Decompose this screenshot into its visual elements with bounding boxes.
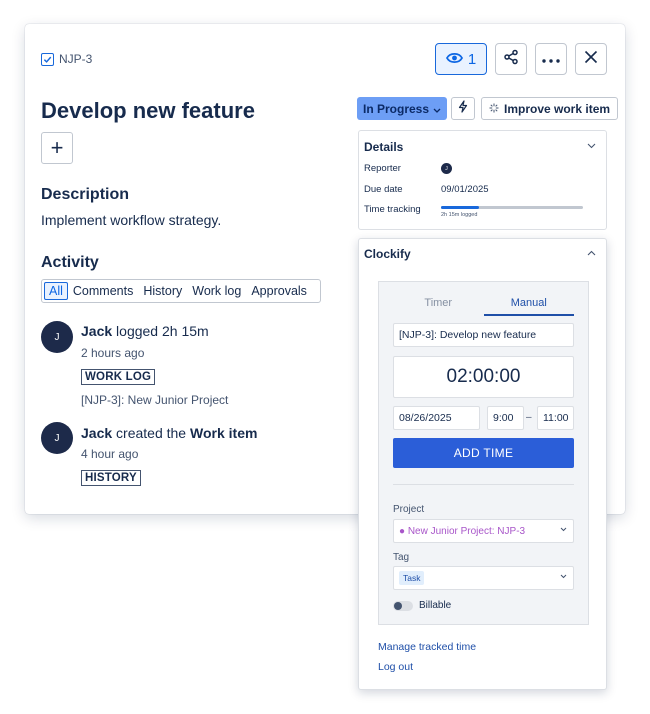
tab-timer[interactable]: Timer xyxy=(393,294,484,316)
clockify-tabs: Timer Manual xyxy=(393,294,574,316)
project-select[interactable]: ● New Junior Project: NJP-3 xyxy=(393,519,574,543)
avatar: J xyxy=(41,422,73,454)
tab-all[interactable]: All xyxy=(44,282,68,300)
chevron-up-icon[interactable] xyxy=(587,248,596,258)
due-date-label: Due date xyxy=(364,184,403,195)
add-time-button[interactable]: ADD TIME xyxy=(393,438,574,468)
add-button[interactable]: + xyxy=(41,132,73,164)
time-range-dash: – xyxy=(526,412,532,423)
close-icon xyxy=(584,50,598,69)
activity-action: logged 2h 15m xyxy=(116,323,209,339)
start-time-input[interactable]: 9:00 xyxy=(487,406,524,430)
reporter-label: Reporter xyxy=(364,163,401,174)
time-tracking-fill xyxy=(441,206,480,209)
project-label: Project xyxy=(393,504,425,515)
activity-time: 4 hour ago xyxy=(81,447,139,461)
work-log-lozenge: WORK LOG xyxy=(81,369,156,385)
duration-input[interactable]: 02:00:00 xyxy=(393,356,574,398)
watch-button[interactable]: 1 xyxy=(435,43,487,75)
tag-select[interactable]: Task xyxy=(393,566,574,590)
billable-label: Billable xyxy=(419,600,452,611)
improve-work-item-button[interactable]: Improve work item xyxy=(481,97,619,120)
time-logged-label: 2h 15m logged xyxy=(441,212,478,218)
activity-tabs: All Comments History Work log Approvals xyxy=(41,279,321,303)
manage-tracked-time-link[interactable]: Manage tracked time xyxy=(378,641,476,653)
more-icon xyxy=(542,50,560,68)
tab-manual[interactable]: Manual xyxy=(483,294,574,316)
share-icon xyxy=(503,49,519,70)
clockify-form: Timer Manual [NJP-3]: Develop new featur… xyxy=(378,281,589,625)
history-lozenge: HISTORY xyxy=(81,470,141,486)
share-button[interactable] xyxy=(495,43,527,75)
tag-label: Tag xyxy=(393,552,410,563)
toggle-knob xyxy=(394,602,402,610)
avatar: J xyxy=(41,321,73,353)
description-input[interactable]: [NJP-3]: Develop new feature xyxy=(393,323,574,347)
tab-work-log[interactable]: Work log xyxy=(187,282,246,300)
description-heading: Description xyxy=(41,186,130,203)
project-value: ● New Junior Project: NJP-3 xyxy=(399,525,526,537)
issue-key-label: NJP-3 xyxy=(59,52,93,66)
close-button[interactable] xyxy=(575,43,607,75)
billable-toggle[interactable] xyxy=(393,601,413,611)
activity-time: 2 hours ago xyxy=(81,346,145,360)
clockify-heading[interactable]: Clockify xyxy=(364,247,411,261)
issue-key[interactable]: NJP-3 xyxy=(41,52,92,66)
status-dropdown[interactable]: In Progress xyxy=(357,97,448,120)
header-actions: 1 xyxy=(435,43,607,75)
chevron-down-icon[interactable] xyxy=(587,141,596,151)
lightning-icon xyxy=(458,99,468,118)
more-actions-button[interactable] xyxy=(535,43,567,75)
activity-line: Jack created the Work item xyxy=(81,425,257,441)
time-tracking-label: Time tracking xyxy=(364,204,421,215)
tab-approvals[interactable]: Approvals xyxy=(246,282,312,300)
status-label: In Progress xyxy=(363,101,430,116)
automation-button[interactable] xyxy=(451,97,475,120)
log-out-link[interactable]: Log out xyxy=(378,661,413,673)
activity-user: Jack xyxy=(81,425,113,441)
activity-action: created the xyxy=(116,425,187,441)
details-panel: Details Reporter J Due date 09/01/2025 T… xyxy=(358,130,607,230)
due-date-value[interactable]: 09/01/2025 xyxy=(441,184,489,195)
details-heading[interactable]: Details xyxy=(364,140,403,154)
tag-chip: Task xyxy=(399,571,425,585)
watch-count: 1 xyxy=(467,50,477,68)
chevron-down-icon xyxy=(433,102,441,116)
sparkle-icon xyxy=(489,102,499,116)
activity-detail: [NJP-3]: New Junior Project xyxy=(81,393,229,407)
date-input[interactable]: 08/26/2025 xyxy=(393,406,480,430)
chevron-down-icon xyxy=(560,572,567,581)
end-time-input[interactable]: 11:00 xyxy=(537,406,574,430)
activity-line: Jack logged 2h 15m xyxy=(81,323,209,339)
tab-history[interactable]: History xyxy=(138,282,187,300)
tab-comments[interactable]: Comments xyxy=(68,282,138,300)
clockify-panel: Clockify Timer Manual [NJP-3]: Develop n… xyxy=(358,238,607,690)
activity-heading: Activity xyxy=(41,254,99,271)
improve-label: Improve work item xyxy=(504,101,611,116)
task-checkbox-icon xyxy=(41,52,54,66)
time-tracking-bar[interactable] xyxy=(441,206,583,209)
chevron-down-icon xyxy=(560,525,567,534)
eye-icon xyxy=(445,51,463,68)
description-text[interactable]: Implement workflow strategy. xyxy=(41,212,221,228)
activity-user: Jack xyxy=(81,323,113,339)
issue-title[interactable]: Develop new feature xyxy=(41,98,255,124)
activity-object: Work item xyxy=(190,425,258,441)
reporter-avatar[interactable]: J xyxy=(441,163,452,174)
divider xyxy=(393,484,574,485)
